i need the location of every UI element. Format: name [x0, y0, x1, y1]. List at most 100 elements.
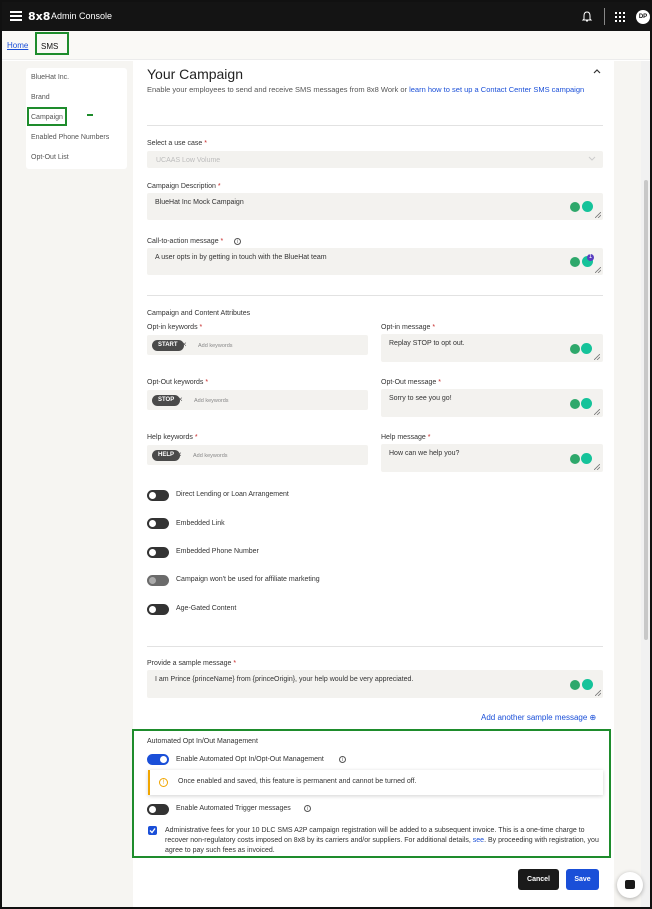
fees-agreement-checkbox[interactable]	[148, 826, 157, 835]
intro-text: Enable your employees to send and receiv…	[147, 85, 585, 94]
optout-message-value: Sorry to see you go!	[389, 395, 452, 402]
app-title: Admin Console	[51, 11, 113, 21]
resize-handle-icon[interactable]	[594, 464, 600, 470]
fees-agreement-text: Administrative fees for your 10 DLC SMS …	[165, 827, 599, 854]
grammarly-icon[interactable]	[582, 679, 593, 690]
cta-textarea[interactable]: A user opts in by getting in touch with …	[147, 248, 603, 275]
suggestion-icon[interactable]	[570, 680, 580, 690]
toggle-age-gated[interactable]	[147, 604, 169, 615]
info-icon[interactable]: i	[339, 756, 346, 763]
divider	[147, 125, 603, 126]
grammarly-icon[interactable]	[582, 201, 593, 212]
help-message-textarea[interactable]: How can we help you?	[381, 444, 603, 472]
plus-circle-icon: ⊕	[589, 713, 597, 722]
use-case-value: UCAAS Low Volume	[156, 157, 221, 164]
grammarly-icon[interactable]	[581, 453, 592, 464]
save-button[interactable]: Save	[566, 869, 599, 890]
use-case-select[interactable]: UCAAS Low Volume	[147, 151, 603, 168]
chevron-up-icon[interactable]	[592, 66, 602, 76]
breadcrumb-home-link[interactable]: Home	[7, 41, 28, 50]
info-icon[interactable]: i	[234, 238, 241, 245]
page-title: Your Campaign	[147, 66, 243, 82]
app-grid-icon[interactable]	[615, 12, 625, 22]
optout-message-textarea[interactable]: Sorry to see you go!	[381, 389, 603, 417]
cancel-button[interactable]: Cancel	[518, 869, 559, 890]
toggle-label-automated-opt-management: Enable Automated Opt In/Opt-Out Manageme…	[176, 756, 324, 763]
optin-message-textarea[interactable]: Replay STOP to opt out.	[381, 334, 603, 362]
resize-handle-icon[interactable]	[595, 690, 601, 696]
avatar[interactable]: DP	[636, 10, 650, 24]
help-message-value: How can we help you?	[389, 450, 460, 457]
sidebar-item-enabled-phone-numbers[interactable]: Enabled Phone Numbers	[31, 134, 109, 141]
sample-message-textarea[interactable]: I am Prince {princeName} from {princeOri…	[147, 670, 603, 698]
toggle-embedded-phone-number[interactable]	[147, 547, 169, 558]
top-bar: 8x8 Admin Console DP	[2, 2, 650, 31]
toggle-automated-trigger[interactable]	[147, 804, 169, 815]
grammarly-icon[interactable]	[581, 343, 592, 354]
suggestion-icon[interactable]	[570, 344, 580, 354]
logo: 8x8	[28, 10, 51, 23]
bell-icon[interactable]	[581, 11, 593, 23]
hamburger-menu-icon[interactable]	[10, 11, 22, 21]
optin-message-label: Opt-in message *	[381, 324, 436, 331]
chevron-down-icon	[588, 156, 596, 161]
description-textarea[interactable]: BlueHat Inc Mock Campaign	[147, 193, 603, 220]
suggestion-icon[interactable]	[570, 257, 580, 267]
resize-handle-icon[interactable]	[594, 409, 600, 415]
keyword-chip-start: START	[152, 340, 184, 351]
auto-management-heading: Automated Opt In/Out Management	[147, 738, 258, 745]
sidebar-item-campaign[interactable]: Campaign	[27, 107, 67, 126]
help-keywords-input[interactable]: HELP × Add keywords	[147, 445, 368, 465]
toggle-direct-lending[interactable]	[147, 490, 169, 501]
toggle-label-automated-trigger: Enable Automated Trigger messages	[176, 805, 291, 812]
toggle-automated-opt-management[interactable]	[147, 754, 169, 765]
resize-handle-icon[interactable]	[595, 267, 601, 273]
toggle-affiliate-marketing[interactable]	[147, 575, 169, 586]
toggle-label-embedded-link: Embedded Link	[176, 520, 225, 527]
resize-handle-icon[interactable]	[595, 212, 601, 218]
automated-opt-management-section: Automated Opt In/Out Management Enable A…	[132, 729, 611, 858]
use-case-label: Select a use case *	[147, 140, 207, 147]
warning-text: Once enabled and saved, this feature is …	[178, 778, 417, 785]
grammarly-icon[interactable]	[581, 398, 592, 409]
fees-details-link[interactable]: see	[473, 837, 484, 844]
optout-keywords-input[interactable]: STOP × Add keywords	[147, 390, 368, 410]
sample-message-value: I am Prince {princeName} from {princeOri…	[155, 676, 414, 683]
description-label: Campaign Description *	[147, 183, 221, 190]
warning-icon: !	[159, 778, 168, 787]
keyword-chip-help: HELP	[152, 450, 181, 461]
toggle-label-embedded-phone-number: Embedded Phone Number	[176, 548, 259, 555]
divider	[147, 295, 603, 296]
suggestion-icon[interactable]	[570, 202, 580, 212]
scrollbar-thumb[interactable]	[644, 180, 648, 640]
sidebar-item-opt-out-list[interactable]: Opt-Out List	[31, 154, 69, 161]
warning-banner: ! Once enabled and saved, this feature i…	[148, 770, 603, 795]
attributes-heading: Campaign and Content Attributes	[147, 310, 251, 317]
chip-remove-icon[interactable]: ×	[177, 450, 182, 459]
breadcrumb-current: SMS	[35, 32, 69, 55]
chip-remove-icon[interactable]: ×	[178, 395, 183, 404]
annotation-mark	[87, 114, 93, 116]
toggle-label-affiliate-marketing: Campaign won't be used for affiliate mar…	[176, 576, 320, 583]
chip-remove-icon[interactable]: ×	[182, 340, 187, 349]
breadcrumb: Home SMS	[2, 31, 650, 60]
chat-icon[interactable]	[617, 872, 643, 898]
add-keywords-placeholder: Add keywords	[198, 343, 233, 349]
suggestion-icon[interactable]	[570, 399, 580, 409]
info-icon[interactable]: i	[304, 805, 311, 812]
description-value: BlueHat Inc Mock Campaign	[155, 199, 244, 206]
toggle-label-age-gated: Age-Gated Content	[176, 605, 237, 612]
help-message-label: Help message *	[381, 434, 431, 441]
left-panel-background	[2, 61, 133, 907]
optin-keywords-input[interactable]: START × Add keywords	[147, 335, 368, 355]
contact-center-sms-link[interactable]: learn how to set up a Contact Center SMS…	[409, 85, 584, 94]
cta-value: A user opts in by getting in touch with …	[155, 254, 327, 261]
sidebar-item-bluehat[interactable]: BlueHat Inc.	[31, 74, 69, 81]
optout-message-label: Opt-Out message *	[381, 379, 441, 386]
add-sample-message-link[interactable]: Add another sample message ⊕	[481, 713, 596, 722]
suggestion-icon[interactable]	[570, 454, 580, 464]
add-keywords-placeholder: Add keywords	[193, 453, 228, 459]
toggle-embedded-link[interactable]	[147, 518, 169, 529]
resize-handle-icon[interactable]	[594, 354, 600, 360]
sidebar-item-brand[interactable]: Brand	[31, 94, 50, 101]
